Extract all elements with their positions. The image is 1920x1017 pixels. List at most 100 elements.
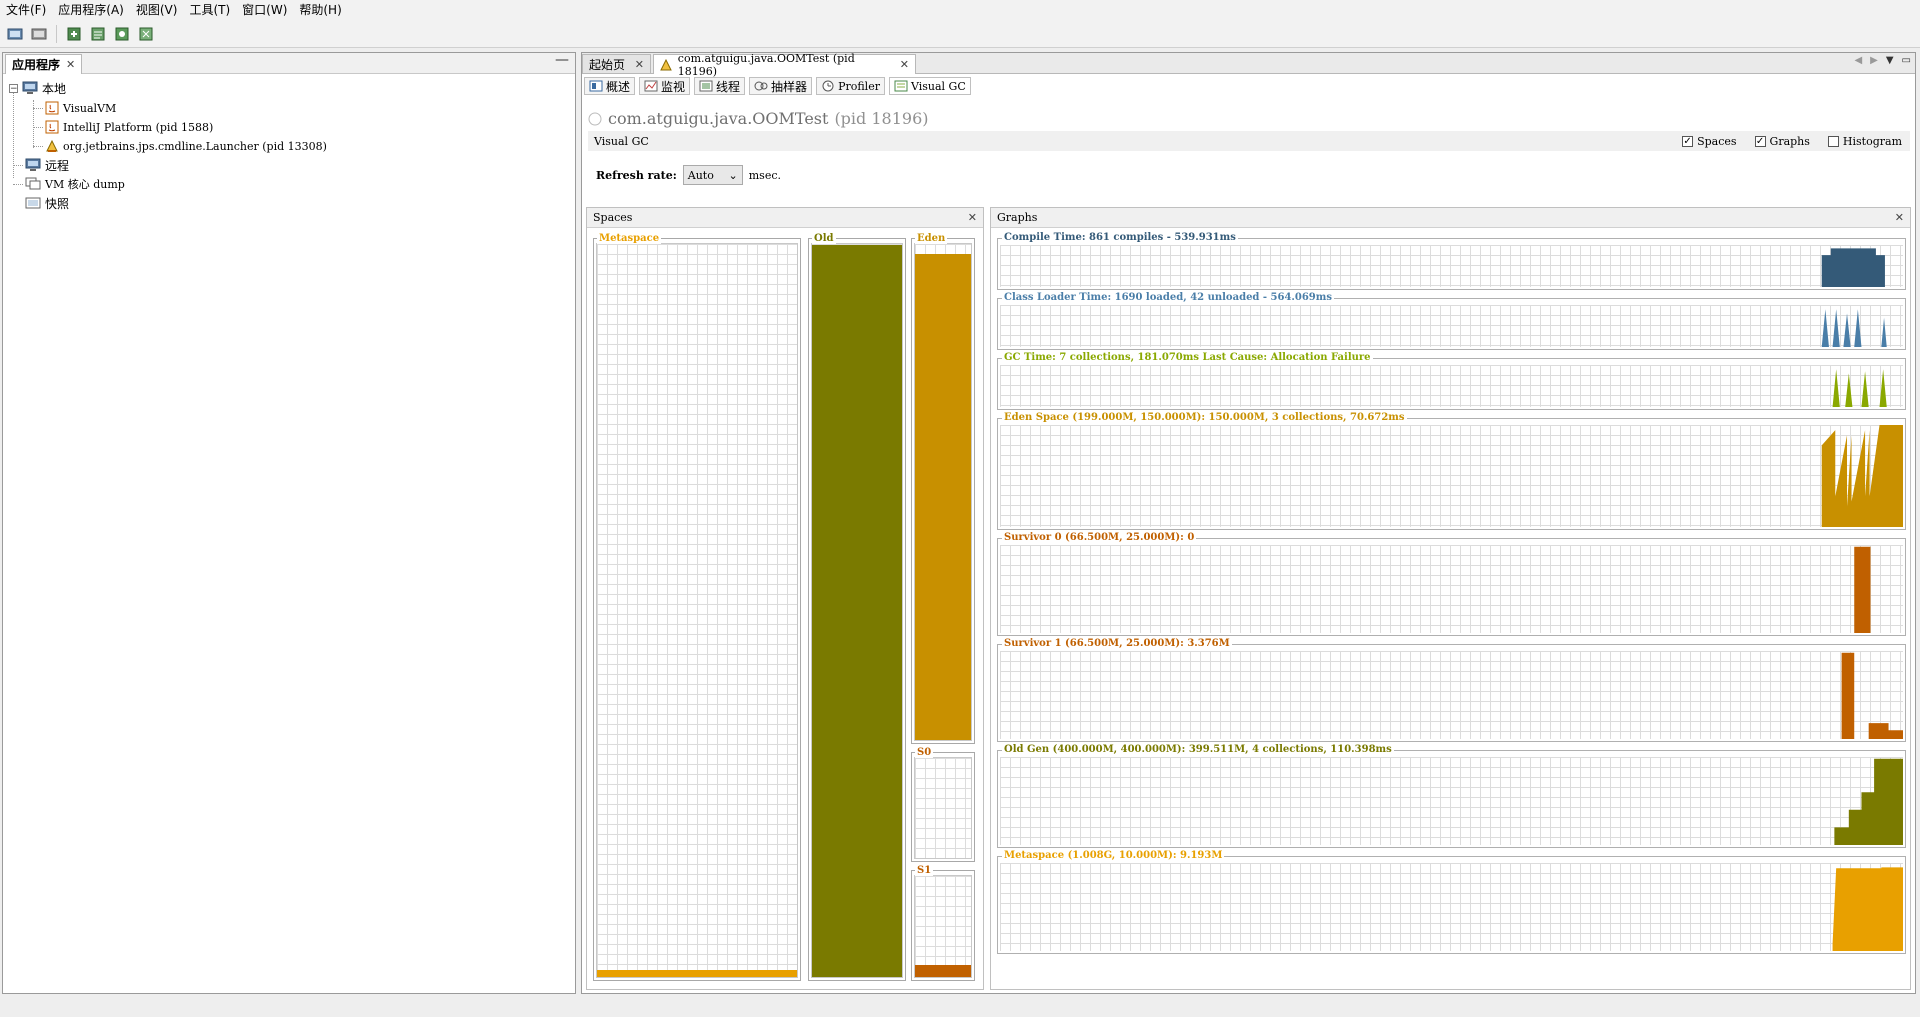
document-panel: 起始页 ✕ com.atguigu.java.OOMTest (pid 1819… — [581, 52, 1916, 994]
process-tab-label: com.atguigu.java.OOMTest (pid 18196) — [677, 51, 855, 78]
tree-node-snapshots[interactable]: 快照 — [25, 194, 69, 212]
checkbox-box[interactable]: ✓ — [1754, 135, 1766, 147]
process-name: com.atguigu.java.OOMTest — [608, 109, 829, 128]
tree-label: org.jetbrains.jps.cmdline.Launcher (pid … — [63, 139, 327, 153]
tab-start-page[interactable]: 起始页 ✕ — [582, 54, 651, 73]
tab-label: 概述 — [606, 79, 631, 94]
graph-grid — [1000, 651, 1903, 739]
menu-bar: 文件(F) 应用程序(A) 视图(V) 工具(T) 窗口(W) 帮助(H) — [0, 0, 1920, 20]
graph-grid — [1000, 245, 1903, 287]
metaspace-series — [1832, 867, 1903, 951]
refresh-rate-value: Auto — [687, 168, 714, 182]
add-jmx-icon[interactable] — [6, 25, 24, 43]
tab-visual-gc[interactable]: Visual GC — [888, 77, 971, 95]
tab-label: 抽样器 — [771, 79, 808, 94]
close-icon[interactable]: ✕ — [968, 211, 977, 224]
survivor-0-series — [1854, 546, 1871, 633]
old-label: Old — [812, 233, 836, 244]
java-app-icon — [46, 139, 58, 152]
s0-label: S0 — [915, 747, 934, 758]
old-gen-graph: Old Gen (400.000M, 400.000M): 399.511M, … — [997, 744, 1906, 848]
old-grid — [811, 243, 903, 978]
metaspace-plot — [1832, 867, 1903, 951]
close-icon[interactable]: ✕ — [66, 58, 75, 71]
graphs-checkbox[interactable]: ✓ Graphs — [1754, 135, 1810, 148]
close-icon[interactable]: ✕ — [635, 58, 644, 71]
remote-host-icon — [25, 158, 41, 171]
add-snapshot-icon[interactable] — [113, 25, 131, 43]
tab-overview[interactable]: 概述 — [584, 77, 636, 95]
add-core-dump-icon[interactable] — [137, 25, 155, 43]
s1-fill — [915, 964, 971, 977]
visual-gc-icon — [894, 80, 908, 92]
tab-label: Profiler — [838, 79, 880, 93]
core-dump-icon — [25, 177, 41, 190]
old-gen-title: Old Gen (400.000M, 400.000M): 399.511M, … — [1002, 744, 1394, 755]
tree-label: IntelliJ Platform (pid 1588) — [63, 120, 214, 134]
tree-node-remote[interactable]: 远程 — [25, 156, 69, 174]
spaces-checkbox[interactable]: ✓ Spaces — [1682, 134, 1737, 148]
tab-applications[interactable]: 应用程序 ✕ — [5, 54, 83, 74]
checkbox-label: Histogram — [1842, 134, 1902, 148]
collapse-icon[interactable]: − — [9, 83, 18, 93]
metaspace-graph-title: Metaspace (1.008G, 10.000M): 9.193M — [1002, 850, 1225, 861]
menu-file[interactable]: 文件(F) — [0, 0, 52, 20]
tree-node-launcher[interactable]: org.jetbrains.jps.cmdline.Launcher (pid … — [45, 137, 327, 155]
toolbar — [0, 20, 1920, 48]
checkbox-label: Spaces — [1697, 134, 1737, 148]
eden-space-graph: Eden Space (199.000M, 150.000M): 150.000… — [997, 412, 1906, 530]
old-gen-series — [1834, 758, 1903, 845]
process-pid: (pid 18196) — [834, 109, 929, 128]
tree-label: VisualVM — [63, 101, 117, 115]
menu-applications[interactable]: 应用程序(A) — [52, 0, 130, 20]
compile-time-series — [1821, 248, 1885, 287]
s0-grid — [914, 757, 972, 859]
close-icon[interactable]: ✕ — [900, 58, 909, 71]
java-app-icon — [45, 101, 59, 115]
applications-panel: 应用程序 ✕ — − 本地 VisualVM IntelliJ Platform… — [2, 52, 576, 994]
tree-node-core-dump[interactable]: VM 核心 dump — [25, 175, 125, 193]
status-bar — [0, 998, 1920, 1017]
scroll-right-icon[interactable]: ▶ — [1870, 55, 1878, 66]
add-thread-dump-icon[interactable] — [89, 25, 107, 43]
tree-label: 快照 — [45, 196, 70, 211]
tab-sampler[interactable]: 抽样器 — [749, 77, 813, 95]
metaspace-fill — [597, 970, 797, 977]
menu-window[interactable]: 窗口(W) — [236, 0, 293, 20]
chevron-down-icon: ⌄ — [728, 168, 738, 182]
tree-node-intellij[interactable]: IntelliJ Platform (pid 1588) — [45, 118, 213, 136]
class-loader-time-title: Class Loader Time: 1690 loaded, 42 unloa… — [1002, 292, 1334, 303]
monitor-icon — [644, 80, 658, 92]
toolbar-separator — [56, 24, 57, 43]
scroll-left-icon[interactable]: ◀ — [1854, 55, 1862, 66]
tab-profiler[interactable]: Profiler — [816, 77, 885, 95]
checkbox-box[interactable]: ✓ — [1682, 135, 1694, 147]
tree-node-visualvm[interactable]: VisualVM — [45, 99, 116, 117]
tab-navigation: ◀ ▶ ▼ ▭ — [1854, 55, 1911, 66]
graph-grid — [1000, 365, 1903, 407]
tree-node-local[interactable]: − 本地 — [9, 79, 66, 97]
add-heap-dump-icon[interactable] — [65, 25, 83, 43]
tab-monitor[interactable]: 监视 — [639, 77, 691, 95]
maximize-icon[interactable]: ▭ — [1902, 55, 1911, 66]
minimize-icon[interactable]: — — [555, 52, 569, 68]
refresh-rate-select[interactable]: Auto ⌄ — [682, 165, 743, 185]
compile-time-plot — [1821, 248, 1885, 287]
tree-guide-line — [33, 127, 43, 128]
tab-threads[interactable]: 线程 — [694, 77, 746, 95]
menu-view[interactable]: 视图(V) — [130, 0, 184, 20]
menu-help[interactable]: 帮助(H) — [293, 0, 347, 20]
eden-grid — [914, 243, 972, 741]
refresh-rate-unit: msec. — [748, 168, 781, 182]
menu-tools[interactable]: 工具(T) — [183, 0, 236, 20]
profiler-icon — [822, 80, 834, 92]
threads-icon — [699, 80, 713, 92]
tab-process[interactable]: com.atguigu.java.OOMTest (pid 18196) ✕ — [653, 52, 916, 78]
tab-list-dropdown-icon[interactable]: ▼ — [1886, 55, 1894, 66]
survivor-0-plot — [1854, 546, 1871, 633]
histogram-checkbox[interactable]: Histogram — [1827, 134, 1902, 148]
refresh-rate-label: Refresh rate: — [596, 168, 677, 182]
s1-label: S1 — [915, 865, 934, 876]
add-remote-host-icon[interactable] — [30, 25, 48, 43]
checkbox-box[interactable] — [1827, 135, 1839, 147]
